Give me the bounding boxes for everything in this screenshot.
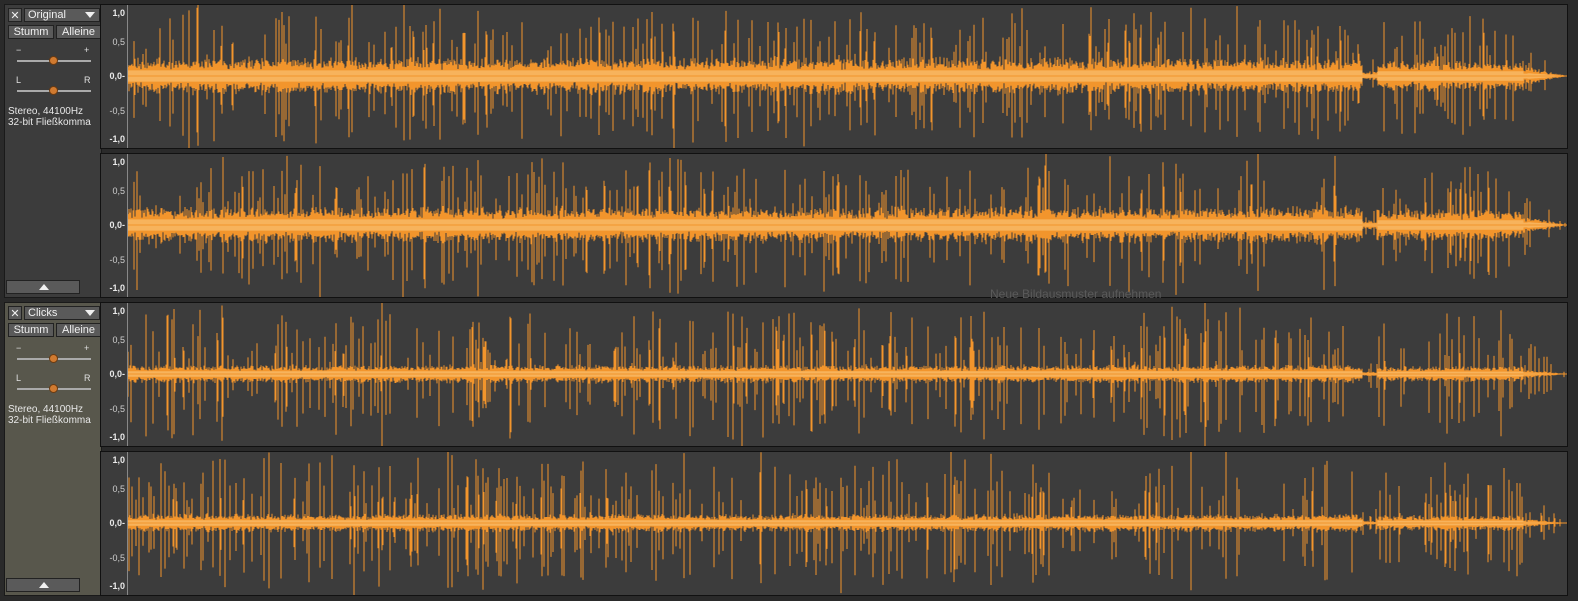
format-rate: Stereo, 44100Hz — [8, 106, 84, 117]
track-format-info: Stereo, 44100Hz 32-bit Fließkomma — [8, 106, 91, 128]
channel-left: 1,0 0,5 0,0- -0,5 -1,0 — [100, 4, 1568, 149]
track-control-panel: ✕ Clicks Stumm Alleine − + L R Stereo, 4… — [4, 302, 102, 596]
ruler-tick: -0,5 — [109, 255, 125, 265]
solo-button[interactable]: Alleine — [56, 25, 101, 39]
gain-minus-label: − — [16, 343, 22, 353]
ghost-hint-text: Neue Bildausmuster aufnehmen — [990, 287, 1162, 301]
channel-right: 1,0 0,5 0,0- -0,5 -1,0 — [100, 153, 1568, 298]
ruler-tick: 1,0 — [112, 455, 125, 465]
ruler-tick: -1,0 — [109, 432, 125, 442]
track-name-label: Original — [28, 9, 66, 21]
pan-left-label: L — [16, 373, 22, 383]
amplitude-ruler: 1,0 0,5 0,0- -0,5 -1,0 — [101, 154, 128, 297]
collapse-track-button[interactable] — [6, 578, 80, 592]
format-depth: 32-bit Fließkomma — [8, 117, 91, 128]
track-original: ✕ Original Stumm Alleine − + L R Stereo,… — [0, 0, 1578, 298]
track-control-panel: ✕ Original Stumm Alleine − + L R Stereo,… — [4, 4, 102, 298]
gain-slider-thumb[interactable] — [49, 56, 58, 65]
pan-left-label: L — [16, 75, 22, 85]
channel-right: 1,0 0,5 0,0- -0,5 -1,0 — [100, 451, 1568, 596]
amplitude-ruler: 1,0 0,5 0,0- -0,5 -1,0 — [101, 303, 128, 446]
ruler-tick: -1,0 — [109, 134, 125, 144]
track-name-menu-button[interactable]: Original — [24, 8, 100, 22]
ruler-tick: 0,5 — [112, 335, 125, 345]
waveform-area[interactable] — [128, 452, 1567, 595]
channel-left: 1,0 0,5 0,0- -0,5 -1,0 — [100, 302, 1568, 447]
close-icon[interactable]: ✕ — [8, 8, 22, 22]
ruler-tick: 0,0- — [109, 369, 125, 379]
ruler-tick: 1,0 — [112, 157, 125, 167]
mute-button[interactable]: Stumm — [8, 323, 54, 337]
pan-right-label: R — [84, 373, 91, 383]
gain-slider-thumb[interactable] — [49, 354, 58, 363]
gain-minus-label: − — [16, 45, 22, 55]
amplitude-ruler: 1,0 0,5 0,0- -0,5 -1,0 — [101, 5, 128, 148]
pan-slider-thumb[interactable] — [49, 86, 58, 95]
track-clicks: ✕ Clicks Stumm Alleine − + L R Stereo, 4… — [0, 300, 1578, 598]
format-rate: Stereo, 44100Hz — [8, 404, 84, 415]
waveform-area[interactable] — [128, 154, 1567, 297]
chevron-up-icon — [39, 582, 49, 588]
pan-slider-thumb[interactable] — [49, 384, 58, 393]
track-format-info: Stereo, 44100Hz 32-bit Fließkomma — [8, 404, 91, 426]
pan-right-label: R — [84, 75, 91, 85]
ruler-tick: -0,5 — [109, 553, 125, 563]
ruler-tick: 0,0- — [109, 220, 125, 230]
ruler-tick: 0,0- — [109, 518, 125, 528]
ruler-tick: -0,5 — [109, 106, 125, 116]
ruler-tick: -0,5 — [109, 404, 125, 414]
ruler-tick: 0,0- — [109, 71, 125, 81]
ruler-tick: 0,5 — [112, 484, 125, 494]
solo-button[interactable]: Alleine — [56, 323, 101, 337]
amplitude-ruler: 1,0 0,5 0,0- -0,5 -1,0 — [101, 452, 128, 595]
waveform-area[interactable] — [128, 5, 1567, 148]
chevron-down-icon — [85, 12, 95, 18]
collapse-track-button[interactable] — [6, 280, 80, 294]
ruler-tick: -1,0 — [109, 581, 125, 591]
track-name-label: Clicks — [28, 307, 58, 319]
chevron-up-icon — [39, 284, 49, 290]
gain-plus-label: + — [84, 45, 90, 55]
gain-plus-label: + — [84, 343, 90, 353]
track-name-menu-button[interactable]: Clicks — [24, 306, 100, 320]
waveform-area[interactable] — [128, 303, 1567, 446]
ruler-tick: 0,5 — [112, 186, 125, 196]
ruler-tick: 1,0 — [112, 8, 125, 18]
mute-button[interactable]: Stumm — [8, 25, 54, 39]
ruler-tick: -1,0 — [109, 283, 125, 293]
close-icon[interactable]: ✕ — [8, 306, 22, 320]
ruler-tick: 1,0 — [112, 306, 125, 316]
chevron-down-icon — [85, 310, 95, 316]
ruler-tick: 0,5 — [112, 37, 125, 47]
format-depth: 32-bit Fließkomma — [8, 415, 91, 426]
